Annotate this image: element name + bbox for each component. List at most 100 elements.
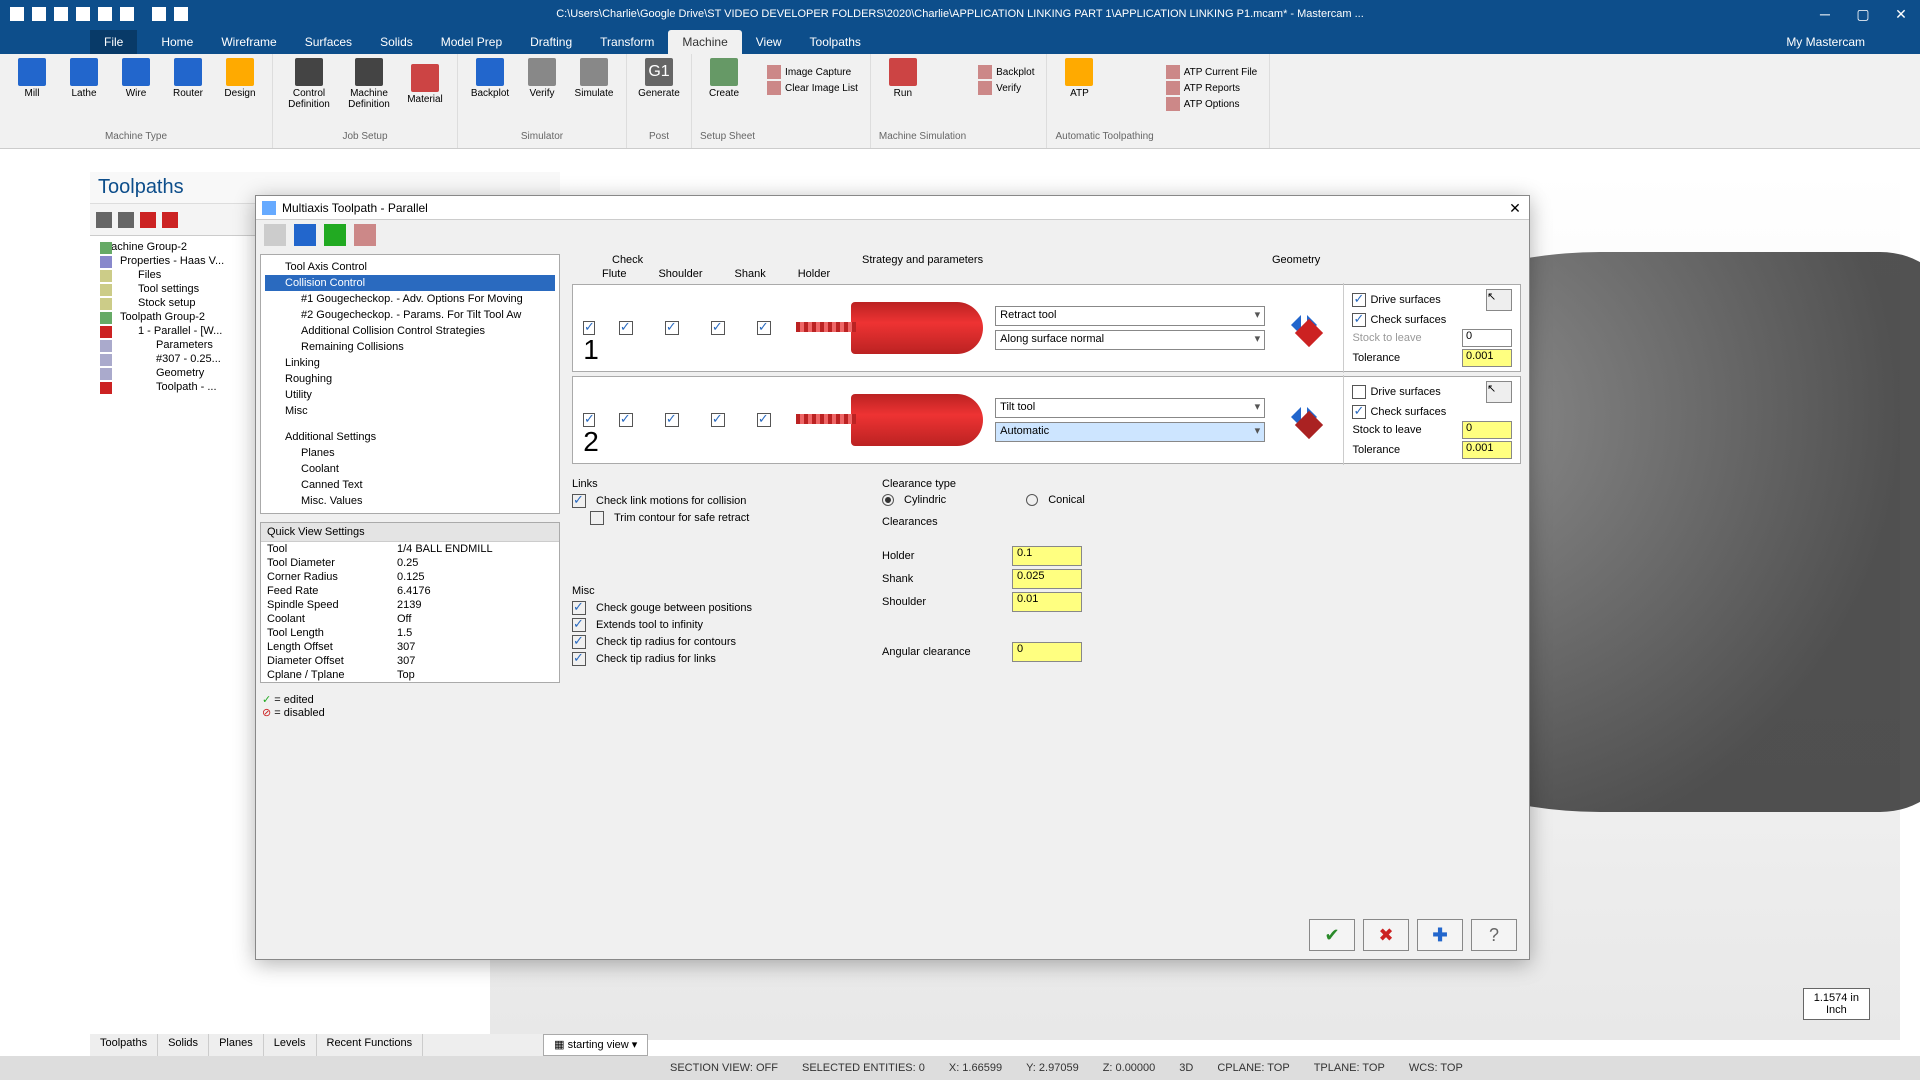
row2-check-surfaces-checkbox[interactable] [1352, 405, 1366, 419]
row1-holder-checkbox[interactable] [757, 321, 771, 335]
tab-modelprep[interactable]: Model Prep [427, 30, 516, 54]
status-tplane[interactable]: TPLANE: TOP [1314, 1062, 1385, 1074]
gouge-checkbox[interactable] [572, 601, 586, 615]
row2-holder-checkbox[interactable] [757, 413, 771, 427]
minimize-button[interactable]: ─ [1806, 0, 1844, 28]
image-capture-button[interactable]: Image Capture [763, 64, 862, 80]
help-button[interactable]: ? [1471, 919, 1517, 951]
dialog-nav-tree[interactable]: Tool Axis Control Collision Control #1 G… [260, 254, 560, 514]
status-wcs[interactable]: WCS: TOP [1409, 1062, 1463, 1074]
undo-icon[interactable] [152, 7, 166, 21]
strategy-dropdown-1[interactable]: Retract tool [995, 306, 1265, 326]
cancel-button[interactable]: ✖ [1363, 919, 1409, 951]
mill-button[interactable]: Mill [8, 58, 56, 99]
status-mode[interactable]: 3D [1179, 1062, 1193, 1074]
quick-access-toolbar[interactable] [0, 7, 188, 21]
generate-button[interactable]: G1Generate [635, 58, 683, 99]
status-cplane[interactable]: CPLANE: TOP [1217, 1062, 1289, 1074]
tab-file[interactable]: File [90, 30, 137, 54]
tab-transform[interactable]: Transform [586, 30, 668, 54]
machine-definition-button[interactable]: Machine Definition [341, 58, 397, 110]
nav-misc[interactable]: Misc [265, 403, 555, 419]
add-button[interactable]: ✚ [1417, 919, 1463, 951]
tree-tool-icon[interactable] [118, 212, 134, 228]
sim-verify-button[interactable]: Verify [974, 80, 1038, 96]
shoulder-clearance-input[interactable]: 0.01 [1012, 592, 1082, 612]
ok-button[interactable]: ✔ [1309, 919, 1355, 951]
strategy-dropdown-2[interactable]: Tilt tool [995, 398, 1265, 418]
shank-clearance-input[interactable]: 0.025 [1012, 569, 1082, 589]
atp-current-file-button[interactable]: ATP Current File [1162, 64, 1262, 80]
row2-stock-input[interactable]: 0 [1462, 421, 1512, 439]
tab-toolpaths[interactable]: Toolpaths [796, 30, 875, 54]
save-icon[interactable] [294, 224, 316, 246]
row1-pick-button[interactable]: ↖ [1486, 289, 1512, 311]
extends-checkbox[interactable] [572, 618, 586, 632]
nav-planes[interactable]: Planes [265, 445, 555, 461]
atp-reports-button[interactable]: ATP Reports [1162, 80, 1262, 96]
paste-icon[interactable] [120, 7, 134, 21]
apply-icon[interactable] [324, 224, 346, 246]
holder-clearance-input[interactable]: 0.1 [1012, 546, 1082, 566]
tab-solids[interactable]: Solids [366, 30, 427, 54]
atp-button[interactable]: ATP [1055, 58, 1103, 99]
row1-stock-input[interactable]: 0 [1462, 329, 1512, 347]
maximize-button[interactable]: ▢ [1844, 0, 1882, 28]
row2-drive-surfaces-checkbox[interactable] [1352, 385, 1366, 399]
clear-image-list-button[interactable]: Clear Image List [763, 80, 862, 96]
dialog-titlebar[interactable]: Multiaxis Toolpath - Parallel ✕ [256, 196, 1529, 220]
view-tab-starting[interactable]: ▦ starting view ▾ [543, 1034, 648, 1056]
row1-check-surfaces-checkbox[interactable] [1352, 313, 1366, 327]
dialog-close-button[interactable]: ✕ [1505, 198, 1525, 218]
tab-surfaces[interactable]: Surfaces [291, 30, 366, 54]
row1-drive-surfaces-checkbox[interactable] [1352, 293, 1366, 307]
control-definition-button[interactable]: Control Definition [281, 58, 337, 110]
status-section-view[interactable]: SECTION VIEW: OFF [670, 1062, 778, 1074]
design-button[interactable]: Design [216, 58, 264, 99]
btab-toolpaths[interactable]: Toolpaths [90, 1034, 158, 1056]
my-mastercam-link[interactable]: My Mastercam [1781, 30, 1870, 54]
btab-planes[interactable]: Planes [209, 1034, 264, 1056]
nav-tool-axis[interactable]: Tool Axis Control [265, 259, 555, 275]
nav-additional-settings[interactable]: Additional Settings [265, 429, 555, 445]
tab-wireframe[interactable]: Wireframe [207, 30, 290, 54]
nav-linking[interactable]: Linking [265, 355, 555, 371]
row1-shank-checkbox[interactable] [711, 321, 725, 335]
tab-home[interactable]: Home [147, 30, 207, 54]
check-link-motions-checkbox[interactable] [572, 494, 586, 508]
tip-contours-checkbox[interactable] [572, 635, 586, 649]
nav-gouge-1[interactable]: #1 Gougecheckop. - Adv. Options For Movi… [265, 291, 555, 307]
close-window-button[interactable]: ✕ [1882, 0, 1920, 28]
nav-additional-collision[interactable]: Additional Collision Control Strategies [265, 323, 555, 339]
nav-gouge-2[interactable]: #2 Gougecheckop. - Params. For Tilt Tool… [265, 307, 555, 323]
tool-icon[interactable] [264, 224, 286, 246]
wire-button[interactable]: Wire [112, 58, 160, 99]
options-icon[interactable] [354, 224, 376, 246]
redo-icon[interactable] [174, 7, 188, 21]
btab-levels[interactable]: Levels [264, 1034, 317, 1056]
nav-misc-values[interactable]: Misc. Values [265, 493, 555, 509]
backplot-button[interactable]: Backplot [466, 58, 514, 99]
tip-links-checkbox[interactable] [572, 652, 586, 666]
nav-utility[interactable]: Utility [265, 387, 555, 403]
row1-enable-checkbox[interactable] [583, 321, 595, 335]
btab-recent[interactable]: Recent Functions [317, 1034, 424, 1056]
cylindric-radio[interactable] [882, 494, 894, 506]
open-icon[interactable] [54, 7, 68, 21]
conical-radio[interactable] [1026, 494, 1038, 506]
copy-icon[interactable] [98, 7, 112, 21]
tree-tool-icon[interactable] [140, 212, 156, 228]
tab-drafting[interactable]: Drafting [516, 30, 586, 54]
nav-coolant[interactable]: Coolant [265, 461, 555, 477]
tree-tool-icon[interactable] [162, 212, 178, 228]
row1-flute-checkbox[interactable] [619, 321, 633, 335]
tab-view[interactable]: View [742, 30, 796, 54]
lathe-button[interactable]: Lathe [60, 58, 108, 99]
new-icon[interactable] [10, 7, 24, 21]
row2-flute-checkbox[interactable] [619, 413, 633, 427]
atp-options-button[interactable]: ATP Options [1162, 96, 1262, 112]
create-setup-button[interactable]: Create [700, 58, 748, 99]
row2-enable-checkbox[interactable] [583, 413, 595, 427]
row2-shank-checkbox[interactable] [711, 413, 725, 427]
row2-tolerance-input[interactable]: 0.001 [1462, 441, 1512, 459]
